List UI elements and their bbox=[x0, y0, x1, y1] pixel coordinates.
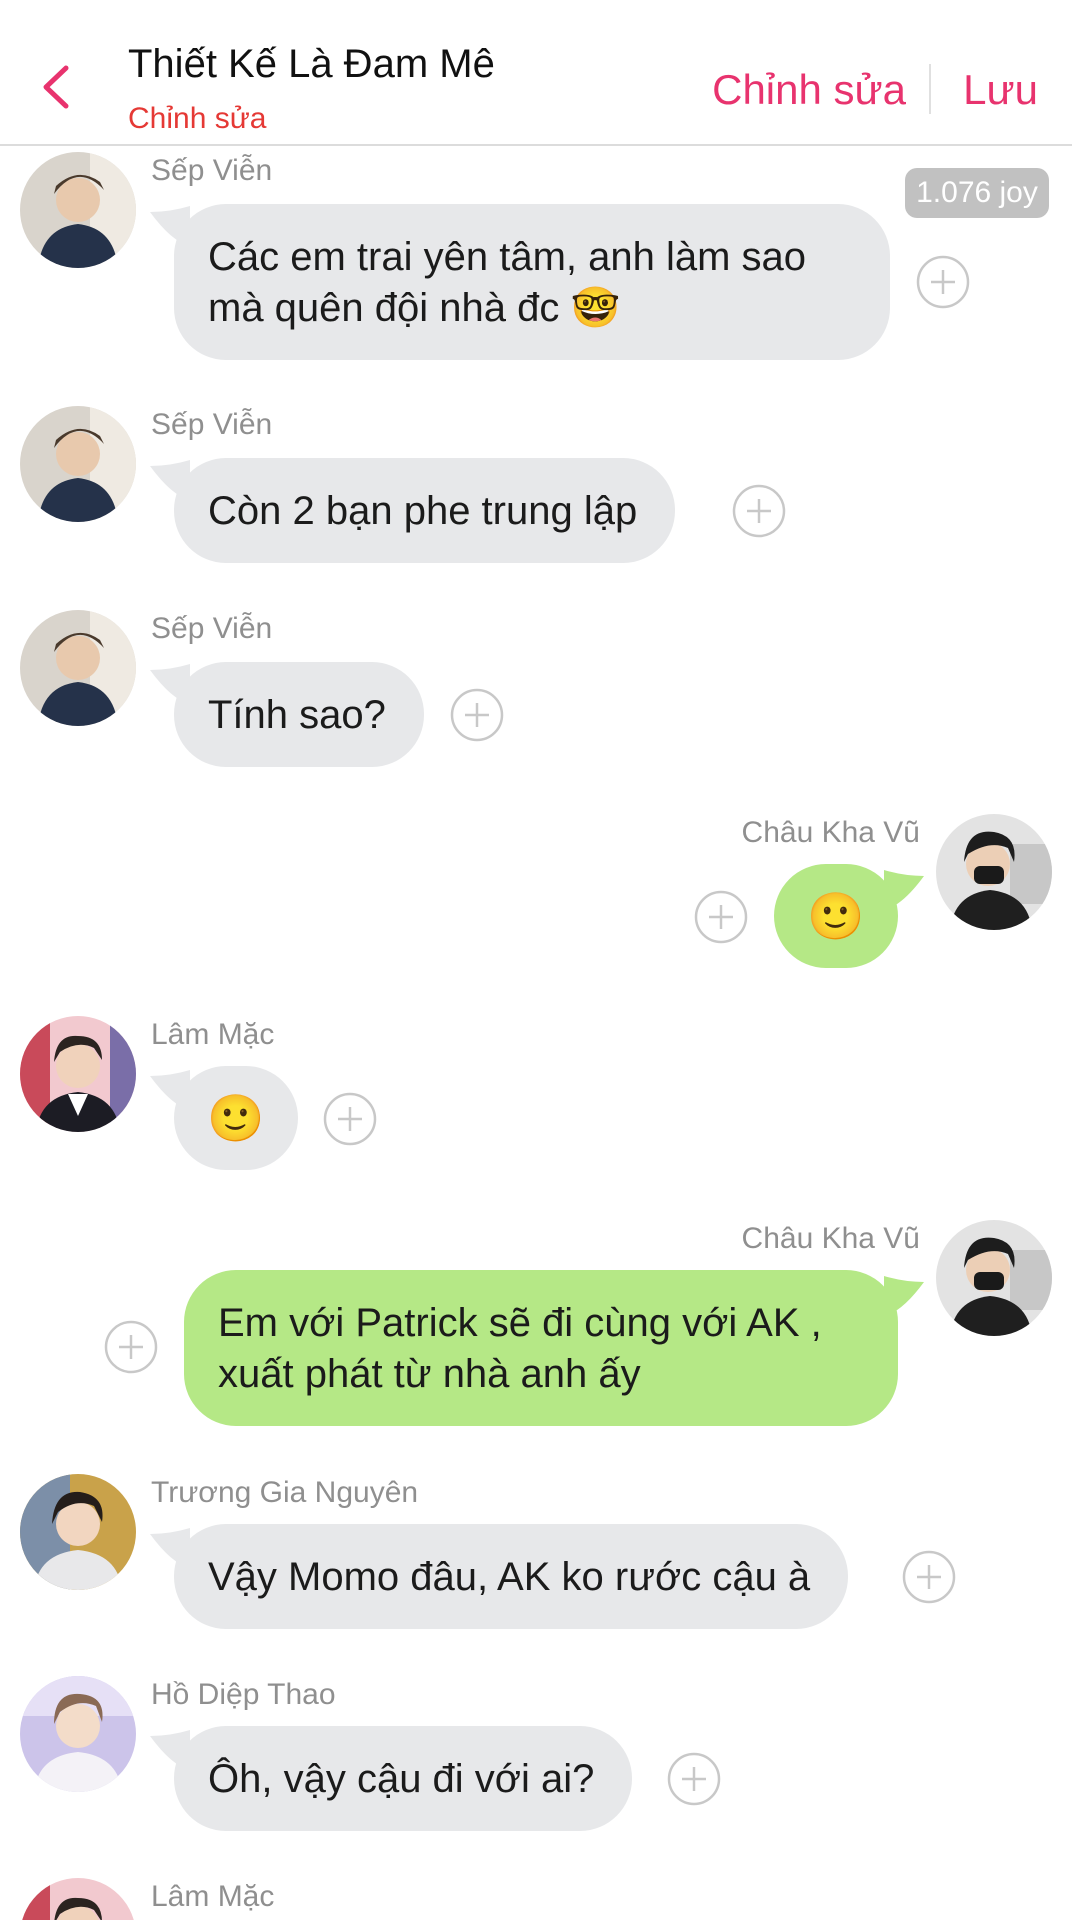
chat-title: Thiết Kế Là Đam Mê bbox=[128, 42, 495, 86]
add-reaction-icon[interactable] bbox=[323, 1092, 377, 1146]
avatar[interactable] bbox=[20, 406, 136, 522]
joy-badge: 1.076 joy bbox=[905, 168, 1049, 218]
add-reaction-icon[interactable] bbox=[732, 484, 786, 538]
emoji-smile: 🙂 bbox=[807, 890, 865, 942]
sender-name: Hồ Diệp Thao bbox=[151, 1678, 336, 1711]
message-text-line: Ôh, vậy cậu đi với ai? bbox=[208, 1757, 595, 1801]
avatar[interactable] bbox=[20, 152, 136, 268]
add-reaction-icon[interactable] bbox=[667, 1752, 721, 1806]
message-text-line: Còn 2 bạn phe trung lập bbox=[208, 489, 638, 533]
sender-name: Sếp Viễn bbox=[151, 612, 273, 645]
message-text-line: Tính sao? bbox=[208, 693, 386, 737]
avatar[interactable] bbox=[20, 1878, 136, 1920]
sender-name: Lâm Mặc bbox=[151, 1018, 275, 1051]
emoji-smile: 🙂 bbox=[207, 1092, 265, 1144]
message-text-line: Em với Patrick sẽ đi cùng với AK , bbox=[218, 1301, 822, 1345]
sender-name: Sếp Viễn bbox=[151, 408, 273, 441]
message-text-line: Các em trai yên tâm, anh làm sao bbox=[208, 235, 807, 279]
message-bubble[interactable]: Các em trai yên tâm, anh làm sao mà quên… bbox=[174, 204, 890, 360]
avatar[interactable] bbox=[20, 1676, 136, 1792]
edit-button[interactable]: Chỉnh sửa bbox=[712, 66, 906, 114]
message-text-line: mà quên đội nhà đc 🤓 bbox=[208, 286, 621, 330]
chat-subtitle: Chỉnh sửa bbox=[128, 102, 267, 135]
add-reaction-icon[interactable] bbox=[104, 1320, 158, 1374]
add-reaction-icon[interactable] bbox=[450, 688, 504, 742]
message-bubble[interactable]: Còn 2 bạn phe trung lập bbox=[174, 458, 676, 563]
chevron-left-icon[interactable] bbox=[36, 62, 76, 112]
avatar[interactable] bbox=[20, 1016, 136, 1132]
avatar[interactable] bbox=[936, 814, 1052, 930]
message-bubble[interactable]: Em với Patrick sẽ đi cùng với AK , xuất … bbox=[184, 1270, 898, 1426]
sender-name: Sếp Viễn bbox=[151, 154, 273, 187]
add-reaction-icon[interactable] bbox=[916, 255, 970, 309]
add-reaction-icon[interactable] bbox=[694, 890, 748, 944]
message-bubble[interactable]: 🙂 bbox=[774, 864, 898, 968]
message-bubble[interactable]: 🙂 bbox=[174, 1066, 298, 1170]
avatar[interactable] bbox=[20, 1474, 136, 1590]
sender-name: Trương Gia Nguyên bbox=[151, 1476, 419, 1509]
avatar[interactable] bbox=[20, 610, 136, 726]
sender-name: Lâm Mặc bbox=[151, 1880, 275, 1913]
message-bubble[interactable]: Ôh, vậy cậu đi với ai? bbox=[174, 1726, 633, 1831]
sender-name: Châu Kha Vũ bbox=[741, 816, 920, 849]
sender-name: Châu Kha Vũ bbox=[741, 1222, 920, 1255]
message-bubble[interactable]: Tính sao? bbox=[174, 662, 424, 767]
avatar[interactable] bbox=[936, 1220, 1052, 1336]
message-text-line: xuất phát từ nhà anh ấy bbox=[218, 1352, 641, 1396]
header-divider bbox=[929, 64, 931, 114]
message-text-line: Vậy Momo đâu, AK ko rước cậu à bbox=[208, 1555, 811, 1599]
message-bubble[interactable]: Vậy Momo đâu, AK ko rước cậu à bbox=[174, 1524, 849, 1629]
add-reaction-icon[interactable] bbox=[902, 1550, 956, 1604]
chat-header: Thiết Kế Là Đam Mê Chỉnh sửa Chỉnh sửa L… bbox=[0, 0, 1072, 146]
save-button[interactable]: Lưu bbox=[963, 66, 1038, 114]
